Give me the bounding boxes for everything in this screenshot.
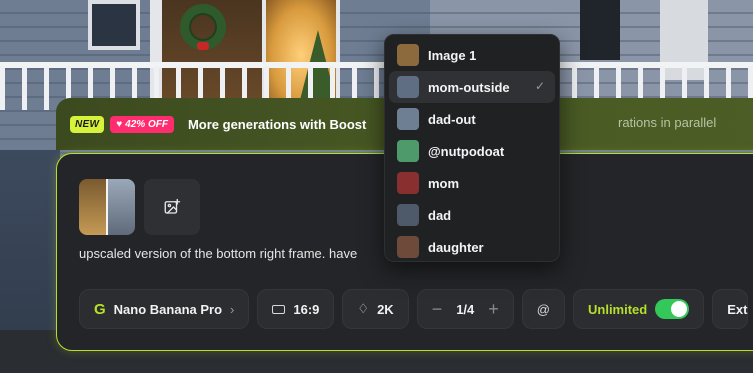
mention-item[interactable]: dad-out [389,103,555,135]
at-icon: @ [536,301,550,317]
mention-item[interactable]: dad [389,199,555,231]
mention-label: mom [428,175,460,191]
unlimited-toggle-chip[interactable]: Unlimited [573,289,705,329]
resolution-value: 2K [377,301,394,317]
mention-item[interactable]: @nutpodoat [389,135,555,167]
promo-subtitle: rations in parallel [618,115,717,130]
reference-image-thumbnail[interactable] [79,179,135,235]
image-plus-icon [164,198,181,214]
discount-label: 42% OFF [125,118,168,130]
chevron-right-icon: › [230,301,235,317]
mention-button[interactable]: @ [521,289,565,329]
checkmark-icon: ✓ [534,79,545,93]
mention-label: dad [428,207,452,223]
mention-label: @nutpodoat [428,143,505,159]
increment-button[interactable]: + [488,299,499,320]
new-badge: NEW [70,115,105,133]
extra-options-label: Ext [727,301,748,317]
tag-icon: ♥ [116,118,123,130]
mention-thumbnail [397,236,419,258]
wreath-bow [197,42,209,50]
diamond-icon: ♢ [357,301,370,316]
count-stepper: − 1/4 + [416,289,514,329]
add-image-button[interactable] [144,179,200,235]
mention-item[interactable]: mom [389,167,555,199]
model-selector[interactable]: G Nano Banana Pro › [79,289,250,329]
aspect-ratio-icon [272,304,286,314]
count-value: 1/4 [456,301,475,317]
toggle-knob [671,301,688,317]
model-logo-icon: G [94,300,106,318]
mention-item[interactable]: mom-outside ✓ [389,71,555,103]
mention-item[interactable]: Image 1 [389,39,555,71]
mention-thumbnail [397,204,419,226]
generation-toolbar: G Nano Banana Pro › 16:9 ♢ 2K − 1/4 + @ … [79,289,749,329]
mention-label: dad-out [428,111,476,127]
mention-item[interactable]: daughter [389,231,555,263]
decrement-button[interactable]: − [432,299,443,320]
mention-thumbnail [397,108,419,130]
house-window-left [88,0,140,50]
promo-title: More generations with Boost [187,116,367,132]
house-window-right [580,0,620,60]
mention-label: Image 1 [428,47,477,63]
discount-badge: ♥ 42% OFF [110,115,174,133]
unlimited-label: Unlimited [588,301,648,317]
model-name: Nano Banana Pro [113,301,223,317]
mention-label: daughter [428,239,484,255]
aspect-ratio-value: 16:9 [293,301,320,317]
extra-options-button[interactable]: Ext [712,289,749,329]
thumbnail-right [108,179,135,235]
resolution-selector[interactable]: ♢ 2K [342,289,409,329]
mention-thumbnail [397,140,419,162]
mention-dropdown: Image 1 mom-outside ✓ dad-out @nutpodoat… [384,34,560,262]
prompt-input[interactable]: upscaled version of the bottom right fra… [79,246,357,261]
aspect-ratio-selector[interactable]: 16:9 [257,289,335,329]
thumbnail-left [79,179,106,235]
mention-thumbnail [397,44,419,66]
mention-thumbnail [397,172,419,194]
mention-label: mom-outside [428,79,510,95]
mention-thumbnail [397,76,419,98]
unlimited-toggle[interactable] [655,299,690,319]
